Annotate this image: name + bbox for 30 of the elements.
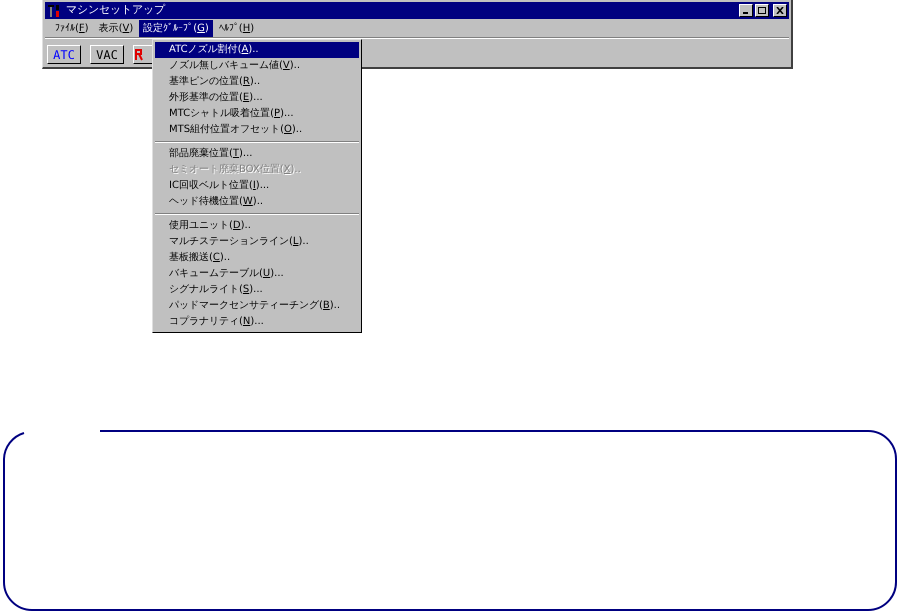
menu-entry[interactable]: MTCシャトル吸着位置(P)... <box>155 106 359 122</box>
menu-item[interactable]: ﾌｧｲﾙ(F) <box>51 20 93 36</box>
close-icon <box>776 7 784 14</box>
menu-entry[interactable]: IC回収ベルト位置(I)... <box>155 178 359 194</box>
menu-entry[interactable]: 外形基準の位置(E)... <box>155 90 359 106</box>
menu-entry[interactable]: ノズル無しバキューム値(V).. <box>155 58 359 74</box>
minimize-button[interactable] <box>739 4 753 17</box>
tools-icon <box>47 4 61 18</box>
menu-entry[interactable]: 基準ピンの位置(R).. <box>155 74 359 90</box>
close-button[interactable] <box>773 4 787 17</box>
window-title: マシンセットアップ <box>66 2 165 18</box>
menu-entry[interactable]: マルチステーションライン(L).. <box>155 234 359 250</box>
menu-entry[interactable]: MTS組付位置オフセット(O).. <box>155 122 359 138</box>
maximize-icon <box>758 7 766 14</box>
menu-item[interactable]: 表示(V) <box>94 20 138 36</box>
menu-entry[interactable]: 基板搬送(C).. <box>155 250 359 266</box>
toolbar-button[interactable]: VAC <box>90 45 124 64</box>
menu-item[interactable]: 設定ｸﾞﾙｰﾌﾟ(G) <box>139 20 213 36</box>
menu-item[interactable]: ﾍﾙﾌﾟ(H) <box>214 20 258 36</box>
toolbar-button[interactable]: ATC <box>47 45 81 64</box>
menu-entry[interactable]: 部品廃棄位置(T)... <box>155 146 359 162</box>
maximize-button[interactable] <box>755 4 769 17</box>
glyph-icon <box>135 48 145 60</box>
menu-entry[interactable]: バキュームテーブル(U)... <box>155 266 359 282</box>
menu-entry[interactable]: ATCノズル割付(A).. <box>155 42 359 58</box>
menu-entry[interactable]: コプラナリティ(N)... <box>155 314 359 330</box>
menu-entry[interactable]: パッドマークセンサティーチング(B).. <box>155 298 359 314</box>
menu-entry[interactable]: 使用ユニット(D).. <box>155 218 359 234</box>
menu-entry[interactable]: ヘッド待機位置(W).. <box>155 194 359 210</box>
menu-entry[interactable]: シグナルライト(S)... <box>155 282 359 298</box>
